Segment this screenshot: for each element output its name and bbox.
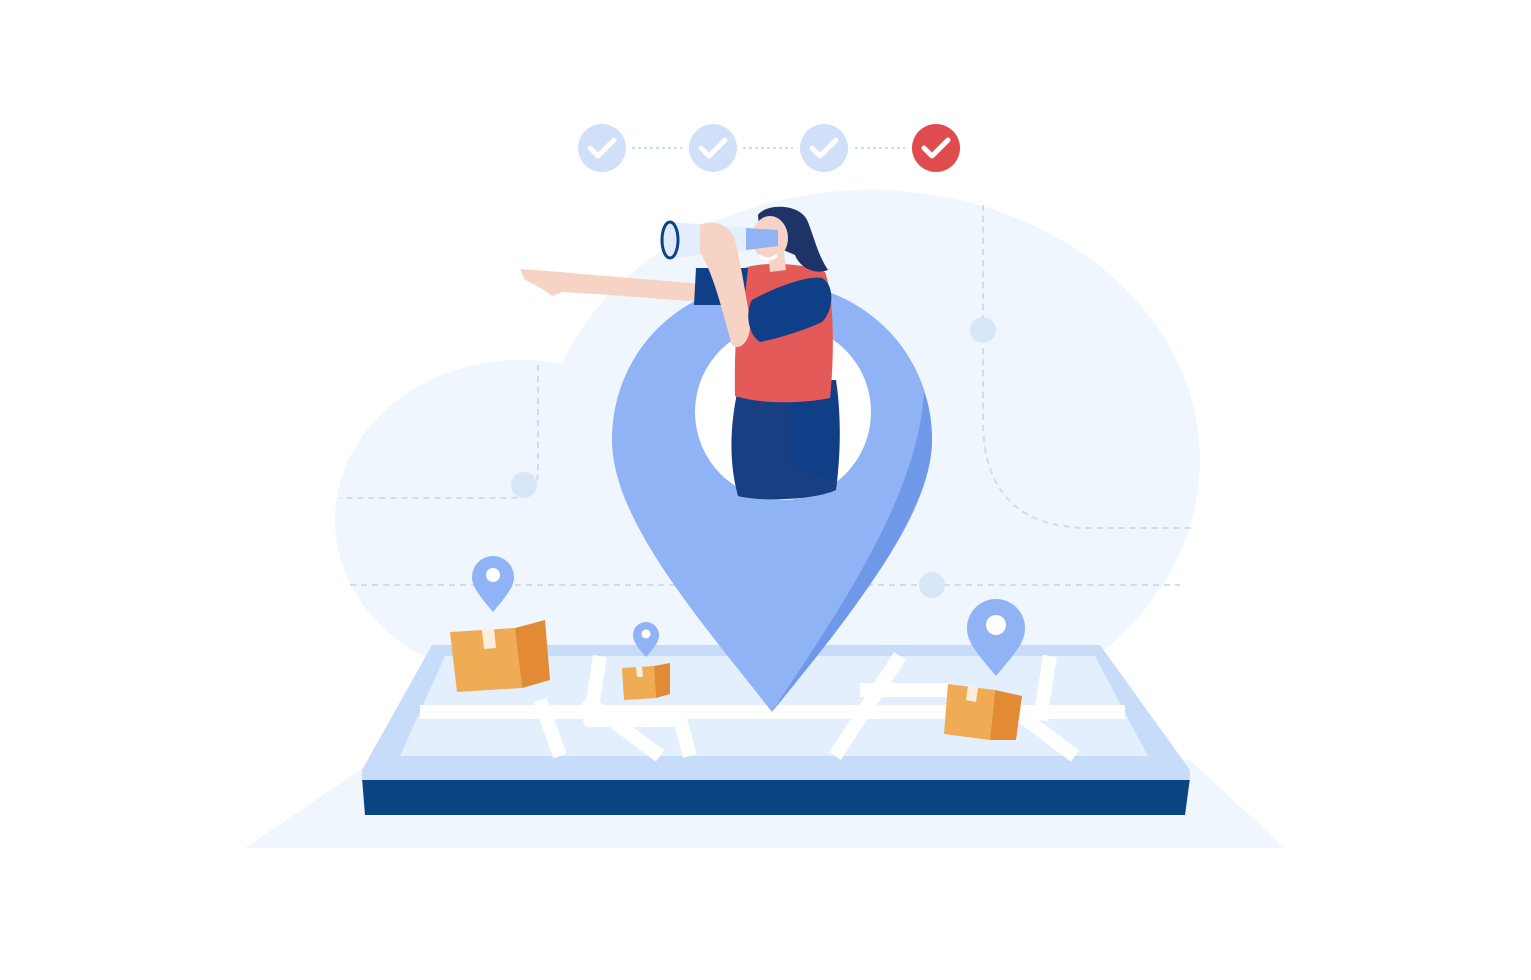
device-side [362, 778, 1190, 815]
route-node [919, 572, 945, 598]
step-done-1 [578, 124, 626, 172]
delivery-tracking-illustration [0, 0, 1531, 980]
illustration-canvas [245, 124, 1285, 848]
step-done-2 [689, 124, 737, 172]
step-active-4 [912, 124, 960, 172]
route-node [511, 472, 537, 498]
package-box-icon [622, 663, 670, 700]
route-node [970, 317, 996, 343]
step-done-3 [800, 124, 848, 172]
